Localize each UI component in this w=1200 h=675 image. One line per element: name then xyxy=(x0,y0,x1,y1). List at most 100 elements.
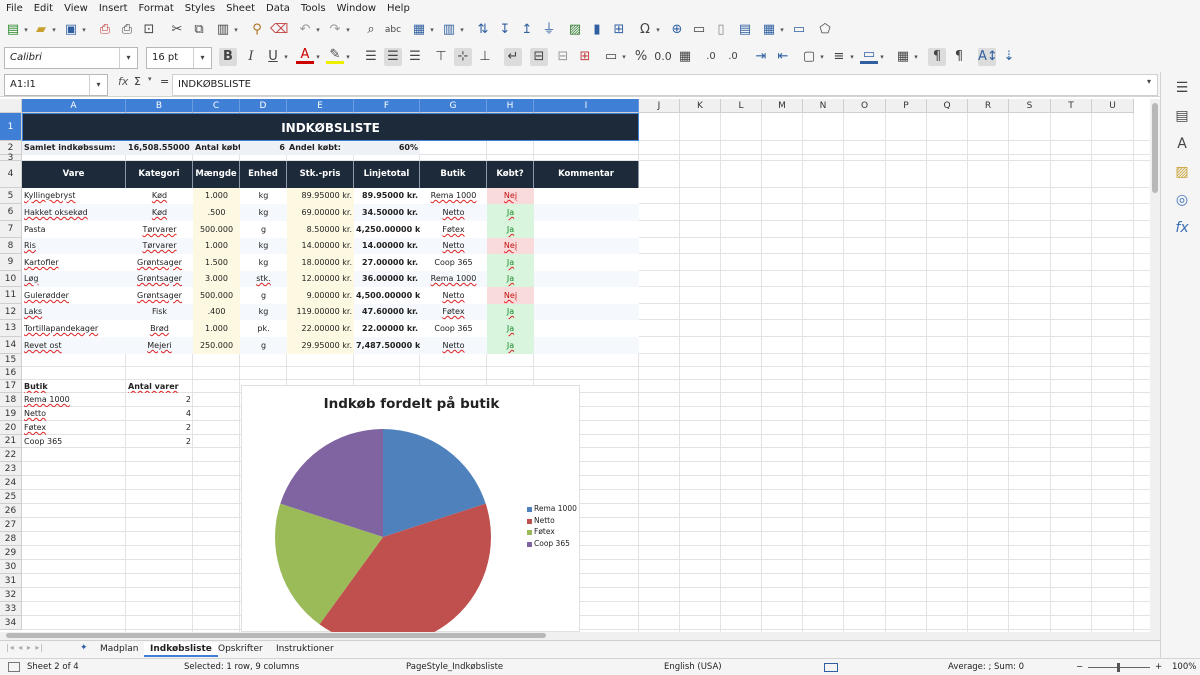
print-preview-icon[interactable]: ⊡ xyxy=(140,21,158,39)
row-header-22[interactable]: 22 xyxy=(0,448,22,462)
column-header-h[interactable]: H xyxy=(487,99,534,113)
functions-icon[interactable]: fx xyxy=(1173,220,1191,238)
redo-icon[interactable]: ↷ xyxy=(326,21,344,39)
item-kategori[interactable]: Grøntsager xyxy=(126,271,193,287)
item-total[interactable]: 4,250.00000 kr. xyxy=(354,221,420,238)
store-row-antal[interactable]: 4 xyxy=(126,407,193,421)
column-header-o[interactable]: O xyxy=(844,99,886,113)
sheet-tab-madplan[interactable]: Madplan xyxy=(94,642,144,657)
borders-icon[interactable]: ▢ xyxy=(800,48,818,66)
border-color-dropdown-arrow[interactable]: ▾ xyxy=(878,48,886,66)
item-butik[interactable]: Netto xyxy=(420,204,487,221)
item-koebt[interactable]: Nej xyxy=(487,238,534,254)
zoom-in-button[interactable]: + xyxy=(1155,659,1162,675)
font-color-dropdown-arrow[interactable]: ▾ xyxy=(314,48,322,66)
menu-item-sheet[interactable]: Sheet xyxy=(220,0,260,15)
menu-item-window[interactable]: Window xyxy=(331,0,381,15)
name-box[interactable]: A1:I1 ▾ xyxy=(4,74,108,96)
left-to-right-icon[interactable]: ¶ xyxy=(928,48,946,66)
item-pris[interactable]: 9.00000 kr. xyxy=(287,287,354,304)
zoom-slider-handle[interactable] xyxy=(1117,663,1120,672)
item-vare[interactable]: Laks xyxy=(22,304,126,320)
row-header-25[interactable]: 25 xyxy=(0,490,22,504)
formula-equals-icon[interactable]: = xyxy=(160,75,169,88)
column-header-u[interactable]: U xyxy=(1092,99,1134,113)
item-pris[interactable]: 8.50000 kr. xyxy=(287,221,354,238)
italic-button[interactable]: I xyxy=(242,48,260,66)
formula-input[interactable]: INDKØBSLISTE xyxy=(172,74,1158,96)
align-middle-icon[interactable]: ⊹ xyxy=(454,48,472,66)
item-enhed[interactable]: g xyxy=(240,221,287,238)
item-koebt[interactable]: Nej xyxy=(487,287,534,304)
sheet-title[interactable]: INDKØBSLISTE xyxy=(22,113,639,141)
open-folder-icon[interactable]: ▰ xyxy=(32,21,50,39)
item-kategori[interactable]: Grøntsager xyxy=(126,287,193,304)
pie-chart[interactable]: Indkøb fordelt på butik Rema 1000 Netto Føt… xyxy=(241,385,580,632)
item-total[interactable]: 14.00000 kr. xyxy=(354,238,420,254)
item-total[interactable]: 22.00000 kr. xyxy=(354,320,420,337)
store-header-butik[interactable]: Butik xyxy=(22,380,126,393)
cut-icon[interactable]: ✂ xyxy=(168,21,186,39)
column-header-l[interactable]: L xyxy=(721,99,762,113)
table-header-3[interactable]: Enhed xyxy=(240,161,287,188)
function-wizard-icon[interactable]: fx xyxy=(118,75,128,88)
insert-image-icon[interactable]: ▨ xyxy=(566,21,584,39)
show-draw-functions-icon[interactable]: ⬠ xyxy=(816,21,834,39)
sort-ascending-icon[interactable]: ↧ xyxy=(496,21,514,39)
item-kategori[interactable]: Mejeri xyxy=(126,337,193,354)
border-style-icon[interactable]: ≡ xyxy=(830,48,848,66)
item-vare[interactable]: Ris xyxy=(22,238,126,254)
vertical-scroll-thumb[interactable] xyxy=(1152,103,1158,193)
item-koebt[interactable]: Ja xyxy=(487,204,534,221)
row-header-23[interactable]: 23 xyxy=(0,462,22,476)
row-header-9[interactable]: 9 xyxy=(0,254,22,271)
row-header-6[interactable]: 6 xyxy=(0,204,22,221)
item-koebt[interactable]: Ja xyxy=(487,254,534,271)
column-header-a[interactable]: A xyxy=(22,99,126,113)
horizontal-scrollbar[interactable] xyxy=(0,632,1160,640)
define-print-area-icon[interactable]: ▤ xyxy=(736,21,754,39)
column-header-r[interactable]: R xyxy=(968,99,1009,113)
expand-formula-bar-arrow[interactable]: ▾ xyxy=(1147,77,1151,86)
undo-dropdown-arrow[interactable]: ▾ xyxy=(314,21,322,39)
item-koebt[interactable]: Ja xyxy=(487,271,534,287)
item-vare[interactable]: Løg xyxy=(22,271,126,287)
column-header-k[interactable]: K xyxy=(680,99,721,113)
item-kategori[interactable]: Fisk xyxy=(126,304,193,320)
item-vare[interactable]: Gulerødder xyxy=(22,287,126,304)
border-style-dropdown-arrow[interactable]: ▾ xyxy=(848,48,856,66)
new-dropdown-arrow[interactable]: ▾ xyxy=(22,21,30,39)
row-header-5[interactable]: 5 xyxy=(0,188,22,204)
item-kategori[interactable]: Tørvarer xyxy=(126,238,193,254)
open-dropdown-arrow[interactable]: ▾ xyxy=(50,21,58,39)
item-vare[interactable]: Pasta xyxy=(22,221,126,238)
underline-button[interactable]: U xyxy=(264,48,282,66)
column-header-p[interactable]: P xyxy=(886,99,927,113)
find-replace-icon[interactable]: ⌕ xyxy=(362,21,380,39)
properties-icon[interactable]: ▤ xyxy=(1173,108,1191,126)
column-header-t[interactable]: T xyxy=(1051,99,1092,113)
item-pris[interactable]: 29.95000 kr. xyxy=(287,337,354,354)
item-enhed[interactable]: pk. xyxy=(240,320,287,337)
font-name-box[interactable]: Calibri ▾ xyxy=(4,47,138,69)
item-maengde[interactable]: 1.000 xyxy=(193,238,240,254)
name-box-dropdown-arrow[interactable]: ▾ xyxy=(89,75,107,95)
item-vare[interactable]: Revet ost xyxy=(22,337,126,354)
item-kommentar[interactable] xyxy=(534,304,639,320)
item-enhed[interactable]: kg xyxy=(240,254,287,271)
item-kommentar[interactable] xyxy=(534,254,639,271)
item-kategori[interactable]: Kød xyxy=(126,188,193,204)
save-icon[interactable]: ▣ xyxy=(62,21,80,39)
conditional-format-icon[interactable]: ▦ xyxy=(894,48,912,66)
column-header-g[interactable]: G xyxy=(420,99,487,113)
store-row-butik[interactable]: Netto xyxy=(22,407,126,421)
store-row-antal[interactable]: 2 xyxy=(126,393,193,407)
row-header-27[interactable]: 27 xyxy=(0,518,22,532)
item-pris[interactable]: 119.00000 kr. xyxy=(287,304,354,320)
row-header-13[interactable]: 13 xyxy=(0,320,22,337)
header-footer-icon[interactable]: ▯ xyxy=(712,21,730,39)
sum-icon[interactable]: Σ xyxy=(134,75,141,88)
table-header-5[interactable]: Linjetotal xyxy=(354,161,420,188)
export-pdf-icon[interactable]: ⎙ xyxy=(96,21,114,39)
menu-item-help[interactable]: Help xyxy=(381,0,415,15)
